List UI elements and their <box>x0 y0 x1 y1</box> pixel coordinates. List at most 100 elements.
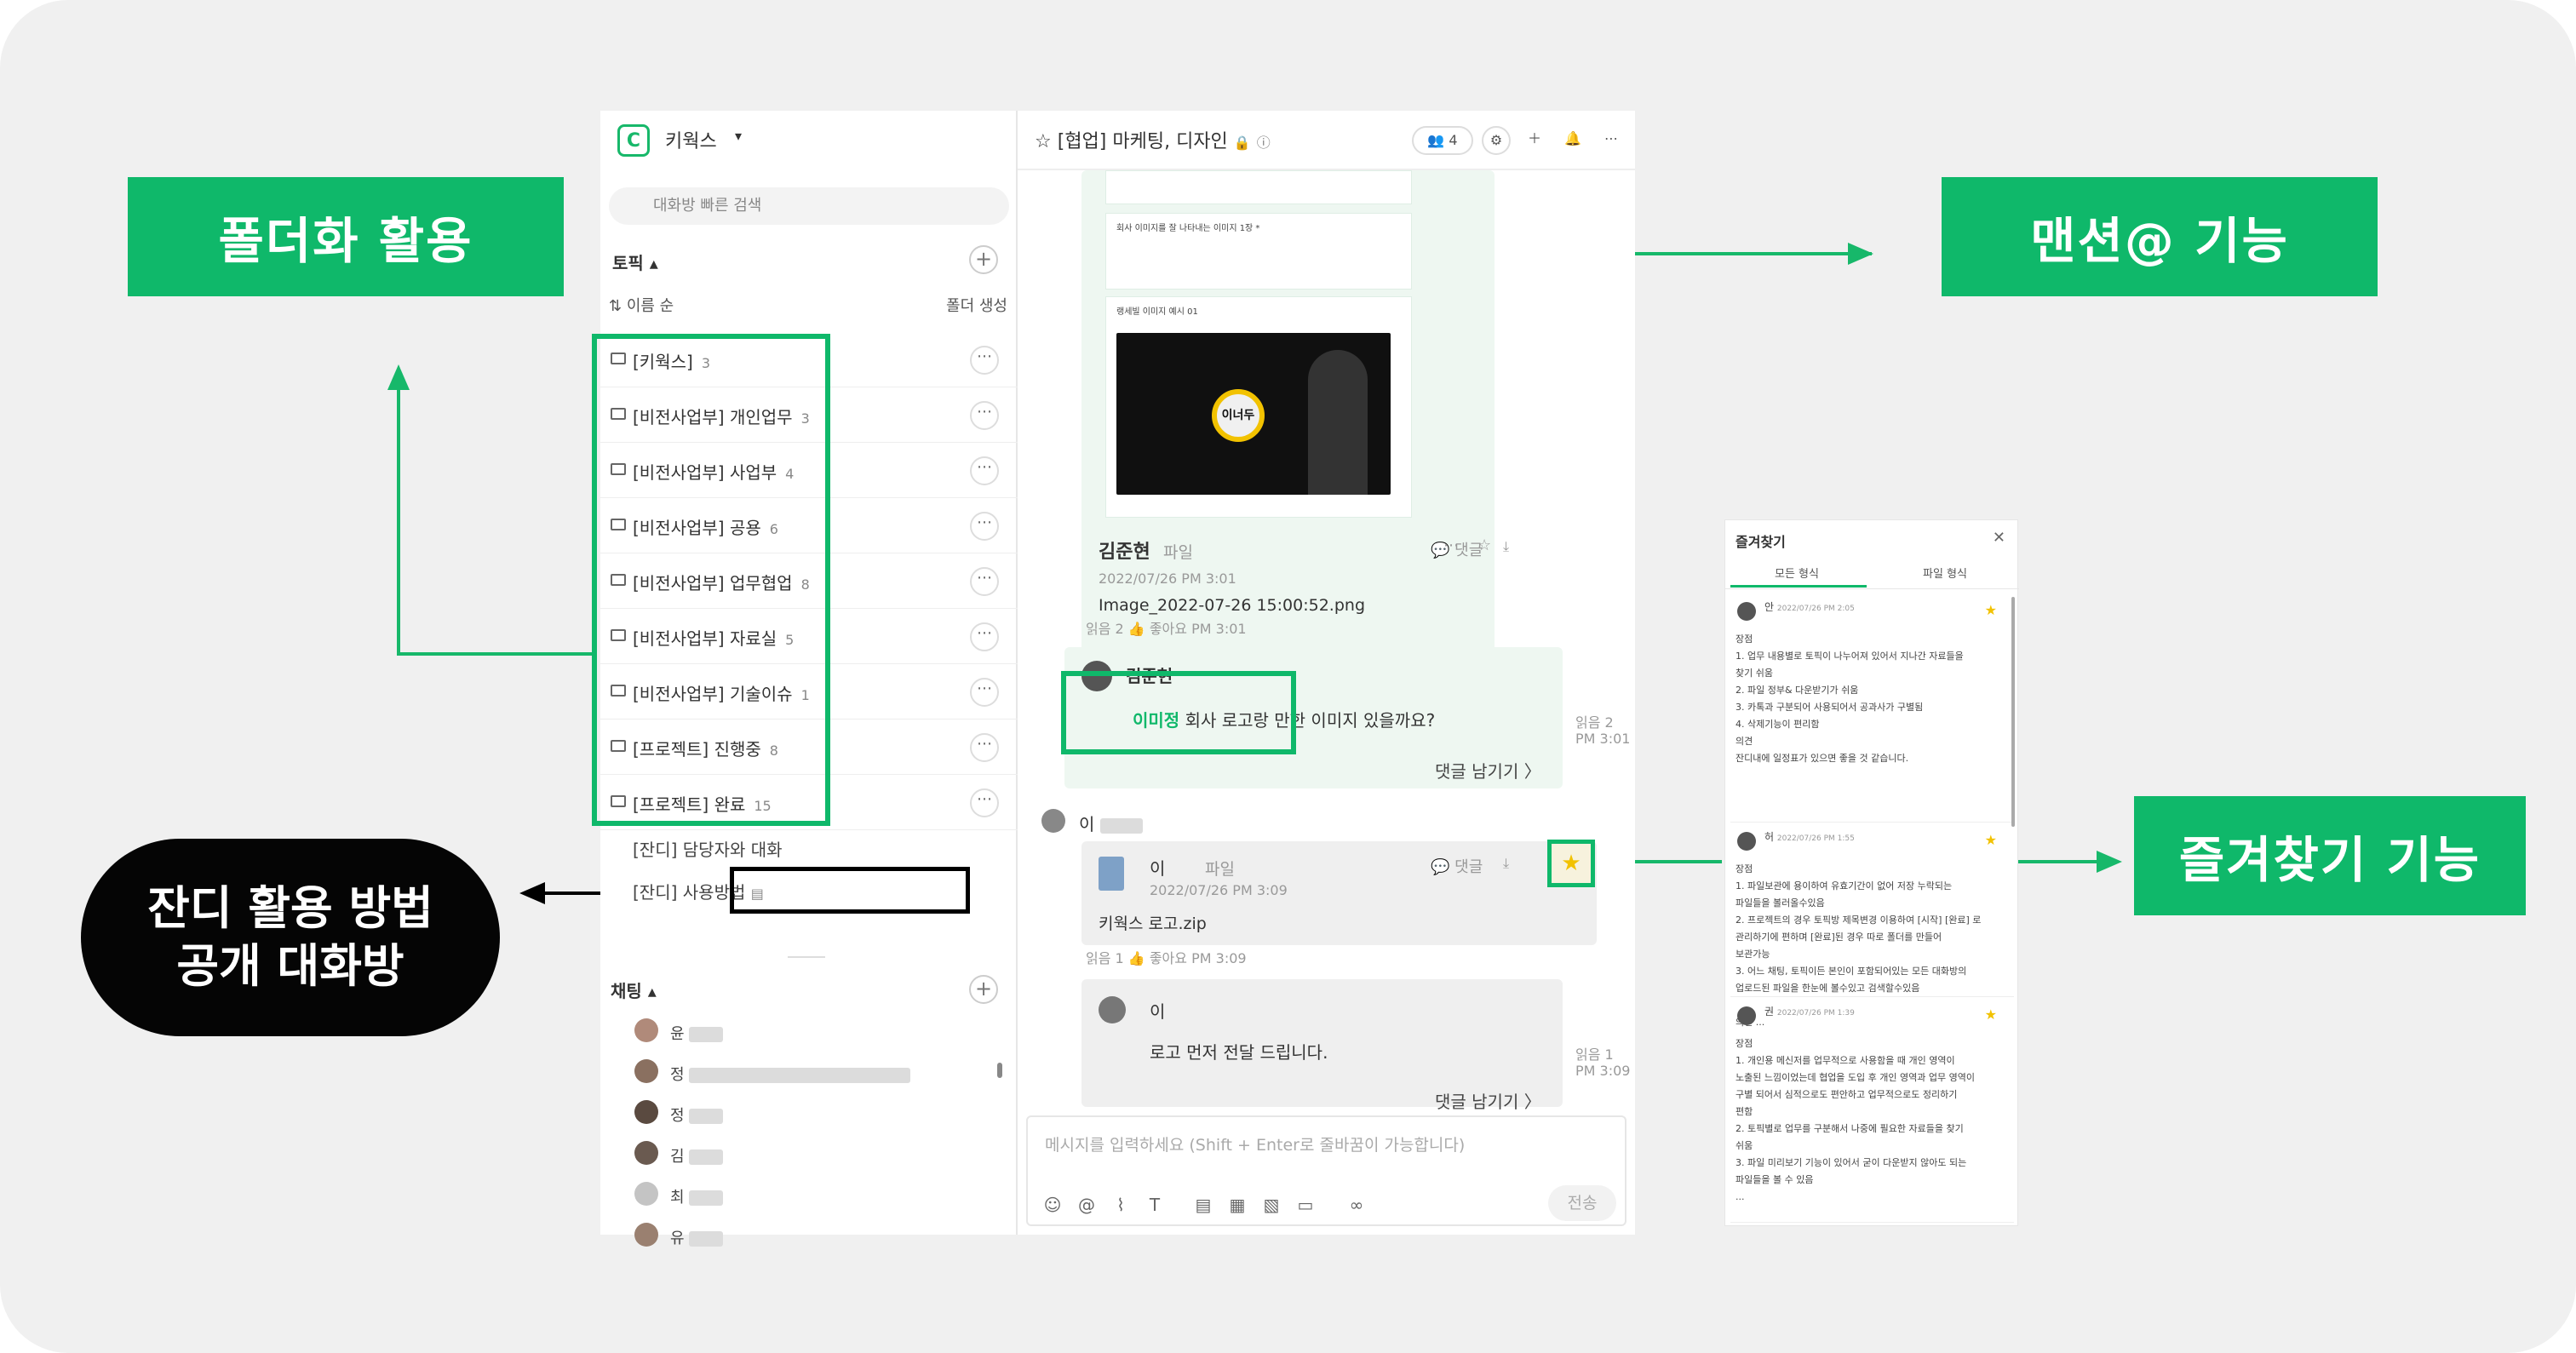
workspace-logo[interactable]: C <box>617 124 650 157</box>
file-name[interactable]: 키웍스 로고.zip <box>1099 911 1207 934</box>
message-sender[interactable]: 이 <box>1150 855 1165 880</box>
favorite-item[interactable]: 허 2022/07/26 PM 1:55 ★ 장점 1. 파일보관에 용이하여 유효기… <box>1730 827 2014 1028</box>
like-label: 좋아요 <box>1149 950 1187 966</box>
download-icon[interactable]: ⤓ <box>1503 855 1509 872</box>
more-icon[interactable]: ⋯ <box>970 678 999 707</box>
document-icon[interactable]: ▤ <box>1194 1195 1213 1214</box>
topic-section-title[interactable]: 토픽 ▴ <box>612 249 658 274</box>
message-input[interactable]: 메시지를 입력하세요 (Shift + Enter로 줄바꿈이 가능합니다) ☺… <box>1026 1115 1626 1226</box>
avatar[interactable] <box>1041 809 1065 833</box>
blurred-name <box>689 1231 724 1247</box>
sort-by-name[interactable]: ⇅ 이름 순 <box>609 294 674 316</box>
favorite-line: 업로드된 파일을 한눈에 볼수있고 검색할수있음 <box>1736 983 1920 994</box>
message-sender[interactable]: 김준현 <box>1099 536 1150 564</box>
room-janddi-contact[interactable]: [잔디] 담당자와 대화 <box>633 836 783 861</box>
more-icon[interactable]: ⋯ <box>970 512 999 541</box>
read-receipt-time: PM 3:01 <box>1575 731 1631 747</box>
favorite-line: 2. 프로젝트의 경우 토픽방 제목변경 이용하여 [시작] [완료] 로 <box>1736 914 1982 926</box>
chat-name: 최 <box>670 1185 724 1207</box>
star-filled-icon[interactable]: ★ <box>1985 832 1997 849</box>
text-format-icon[interactable]: T <box>1145 1195 1164 1214</box>
favorite-item[interactable]: 안 2022/07/26 PM 2:05 ★ 장점 1. 업무 내용별로 토픽이 나누… <box>1730 597 2014 823</box>
mention-icon[interactable]: @ <box>1077 1195 1096 1214</box>
avatar <box>634 1223 658 1247</box>
member-count-button[interactable]: 👥 4 <box>1412 126 1473 155</box>
chat-item[interactable]: 유 <box>634 1219 992 1253</box>
leave-comment-link[interactable]: 댓글 남기기 〉 <box>1435 1088 1541 1113</box>
favorite-date: 2022/07/26 PM 1:39 <box>1776 1009 1855 1018</box>
favorite-star-button[interactable]: ★ <box>1547 840 1595 887</box>
favorite-sender-name: 권 <box>1764 1006 1775 1018</box>
favorite-line: 보관가능 <box>1736 949 1770 960</box>
invite-member-icon[interactable]: ＋ <box>1520 126 1549 155</box>
more-icon[interactable]: ⋯ <box>970 733 999 762</box>
resize-divider[interactable] <box>788 956 825 958</box>
caret-down-icon[interactable]: ▾ <box>735 128 742 144</box>
chat-item[interactable]: 김 <box>634 1138 992 1172</box>
video-icon[interactable]: ▭ <box>1296 1195 1315 1214</box>
tab-file-types[interactable]: 파일 형식 <box>1923 565 1967 581</box>
calendar-icon[interactable]: ▦ <box>1228 1195 1247 1214</box>
leave-comment-link[interactable]: 댓글 남기기 〉 <box>1435 758 1541 783</box>
more-icon[interactable]: ⋯ <box>970 622 999 651</box>
scrollbar[interactable] <box>2011 597 2015 827</box>
info-icon[interactable]: ⓘ <box>1257 135 1271 151</box>
send-button[interactable]: 전송 <box>1548 1185 1616 1221</box>
more-icon[interactable]: ⋯ <box>970 401 999 430</box>
emoji-icon[interactable]: ☺ <box>1043 1195 1062 1214</box>
thumbs-up-icon[interactable]: 👍 <box>1128 621 1145 637</box>
add-topic-button[interactable]: + <box>969 245 998 274</box>
workspace-name[interactable]: 키웍스 <box>665 126 717 153</box>
image-icon[interactable]: ▧ <box>1262 1195 1281 1214</box>
star-outline-icon[interactable]: ☆ <box>1477 536 1491 554</box>
chat-item[interactable]: 최 <box>634 1178 992 1213</box>
more-icon[interactable]: ⋯ <box>970 567 999 596</box>
chat-item[interactable]: 정 <box>634 1056 992 1090</box>
chat-item[interactable]: 윤 <box>634 1015 992 1049</box>
star-filled-icon[interactable]: ★ <box>1985 1006 1997 1023</box>
close-icon[interactable]: ✕ <box>1993 529 2005 547</box>
file-name[interactable]: Image_2022-07-26 15:00:52.png <box>1099 596 1365 615</box>
more-icon[interactable]: ⋯ <box>970 456 999 485</box>
attach-icon[interactable]: ⌇ <box>1111 1195 1130 1214</box>
avatar <box>1737 1006 1756 1025</box>
message-sender[interactable]: 이 <box>1150 998 1165 1023</box>
chat-section-title[interactable]: 채팅 ▴ <box>611 977 657 1002</box>
more-icon[interactable]: ⋯ <box>970 788 999 817</box>
comment-icon: 💬 <box>1431 858 1450 876</box>
more-icon[interactable]: ⋯ <box>1443 536 1459 554</box>
callout-mention: 맨션@ 기능 <box>1942 177 2378 296</box>
thumbs-up-icon[interactable]: 👍 <box>1128 950 1145 966</box>
favorite-line: ... <box>1736 1191 1745 1202</box>
download-icon[interactable]: ⤓ <box>1503 538 1509 555</box>
file-message-zip[interactable]: 이 파일 2022/07/26 PM 3:09 키웍스 로고.zip 💬 댓글 … <box>1081 841 1597 945</box>
bell-icon[interactable]: 🔔 <box>1558 126 1587 155</box>
favorite-item[interactable]: 권 2022/07/26 PM 1:39 ★ 장점 1. 개인용 메신저를 업무적으로… <box>1730 1001 2014 1223</box>
link-icon[interactable]: ∞ <box>1347 1195 1366 1214</box>
text-message[interactable]: 이 로고 먼저 전달 드립니다. 댓글 남기기 〉 <box>1081 979 1563 1112</box>
more-icon[interactable]: ⋯ <box>970 346 999 375</box>
favorites-title: 즐겨찾기 <box>1736 534 1786 550</box>
connect-icon[interactable]: ⚙ <box>1482 126 1511 155</box>
avatar[interactable] <box>1099 996 1126 1023</box>
members-icon: 👥 <box>1427 132 1445 148</box>
create-folder-button[interactable]: 폴더 생성 <box>946 294 1007 316</box>
avatar <box>634 1182 658 1206</box>
highlight-janddi-room <box>730 867 970 914</box>
star-filled-icon[interactable]: ★ <box>1985 602 1997 619</box>
file-message-image[interactable]: 회사 이미지를 잘 나타내는 이미지 1장 * 랭세빌 이미지 예시 01 이너… <box>1081 170 1509 664</box>
favorite-line: 1. 개인용 메신저를 업무적으로 사용함을 때 개인 영역이 <box>1736 1055 1955 1066</box>
chat-item[interactable]: 정 <box>634 1097 992 1131</box>
preview-image[interactable]: 이너두 <box>1116 333 1391 495</box>
like-label: 좋아요 <box>1149 621 1187 637</box>
scrollbar[interactable] <box>997 1063 1002 1078</box>
comment-action[interactable]: 💬 댓글 <box>1431 855 1483 877</box>
add-chat-button[interactable]: + <box>969 975 998 1004</box>
more-icon[interactable]: ⋯ <box>1597 126 1626 155</box>
lock-icon: 🔒 <box>1233 135 1251 151</box>
message-type: 파일 <box>1205 860 1235 879</box>
star-outline-icon[interactable]: ☆ <box>1035 131 1052 152</box>
star-filled-icon: ★ <box>1561 851 1581 876</box>
tab-all-types[interactable]: 모든 형식 <box>1775 565 1819 581</box>
search-input[interactable]: 대화방 빠른 검색 <box>609 187 1009 225</box>
